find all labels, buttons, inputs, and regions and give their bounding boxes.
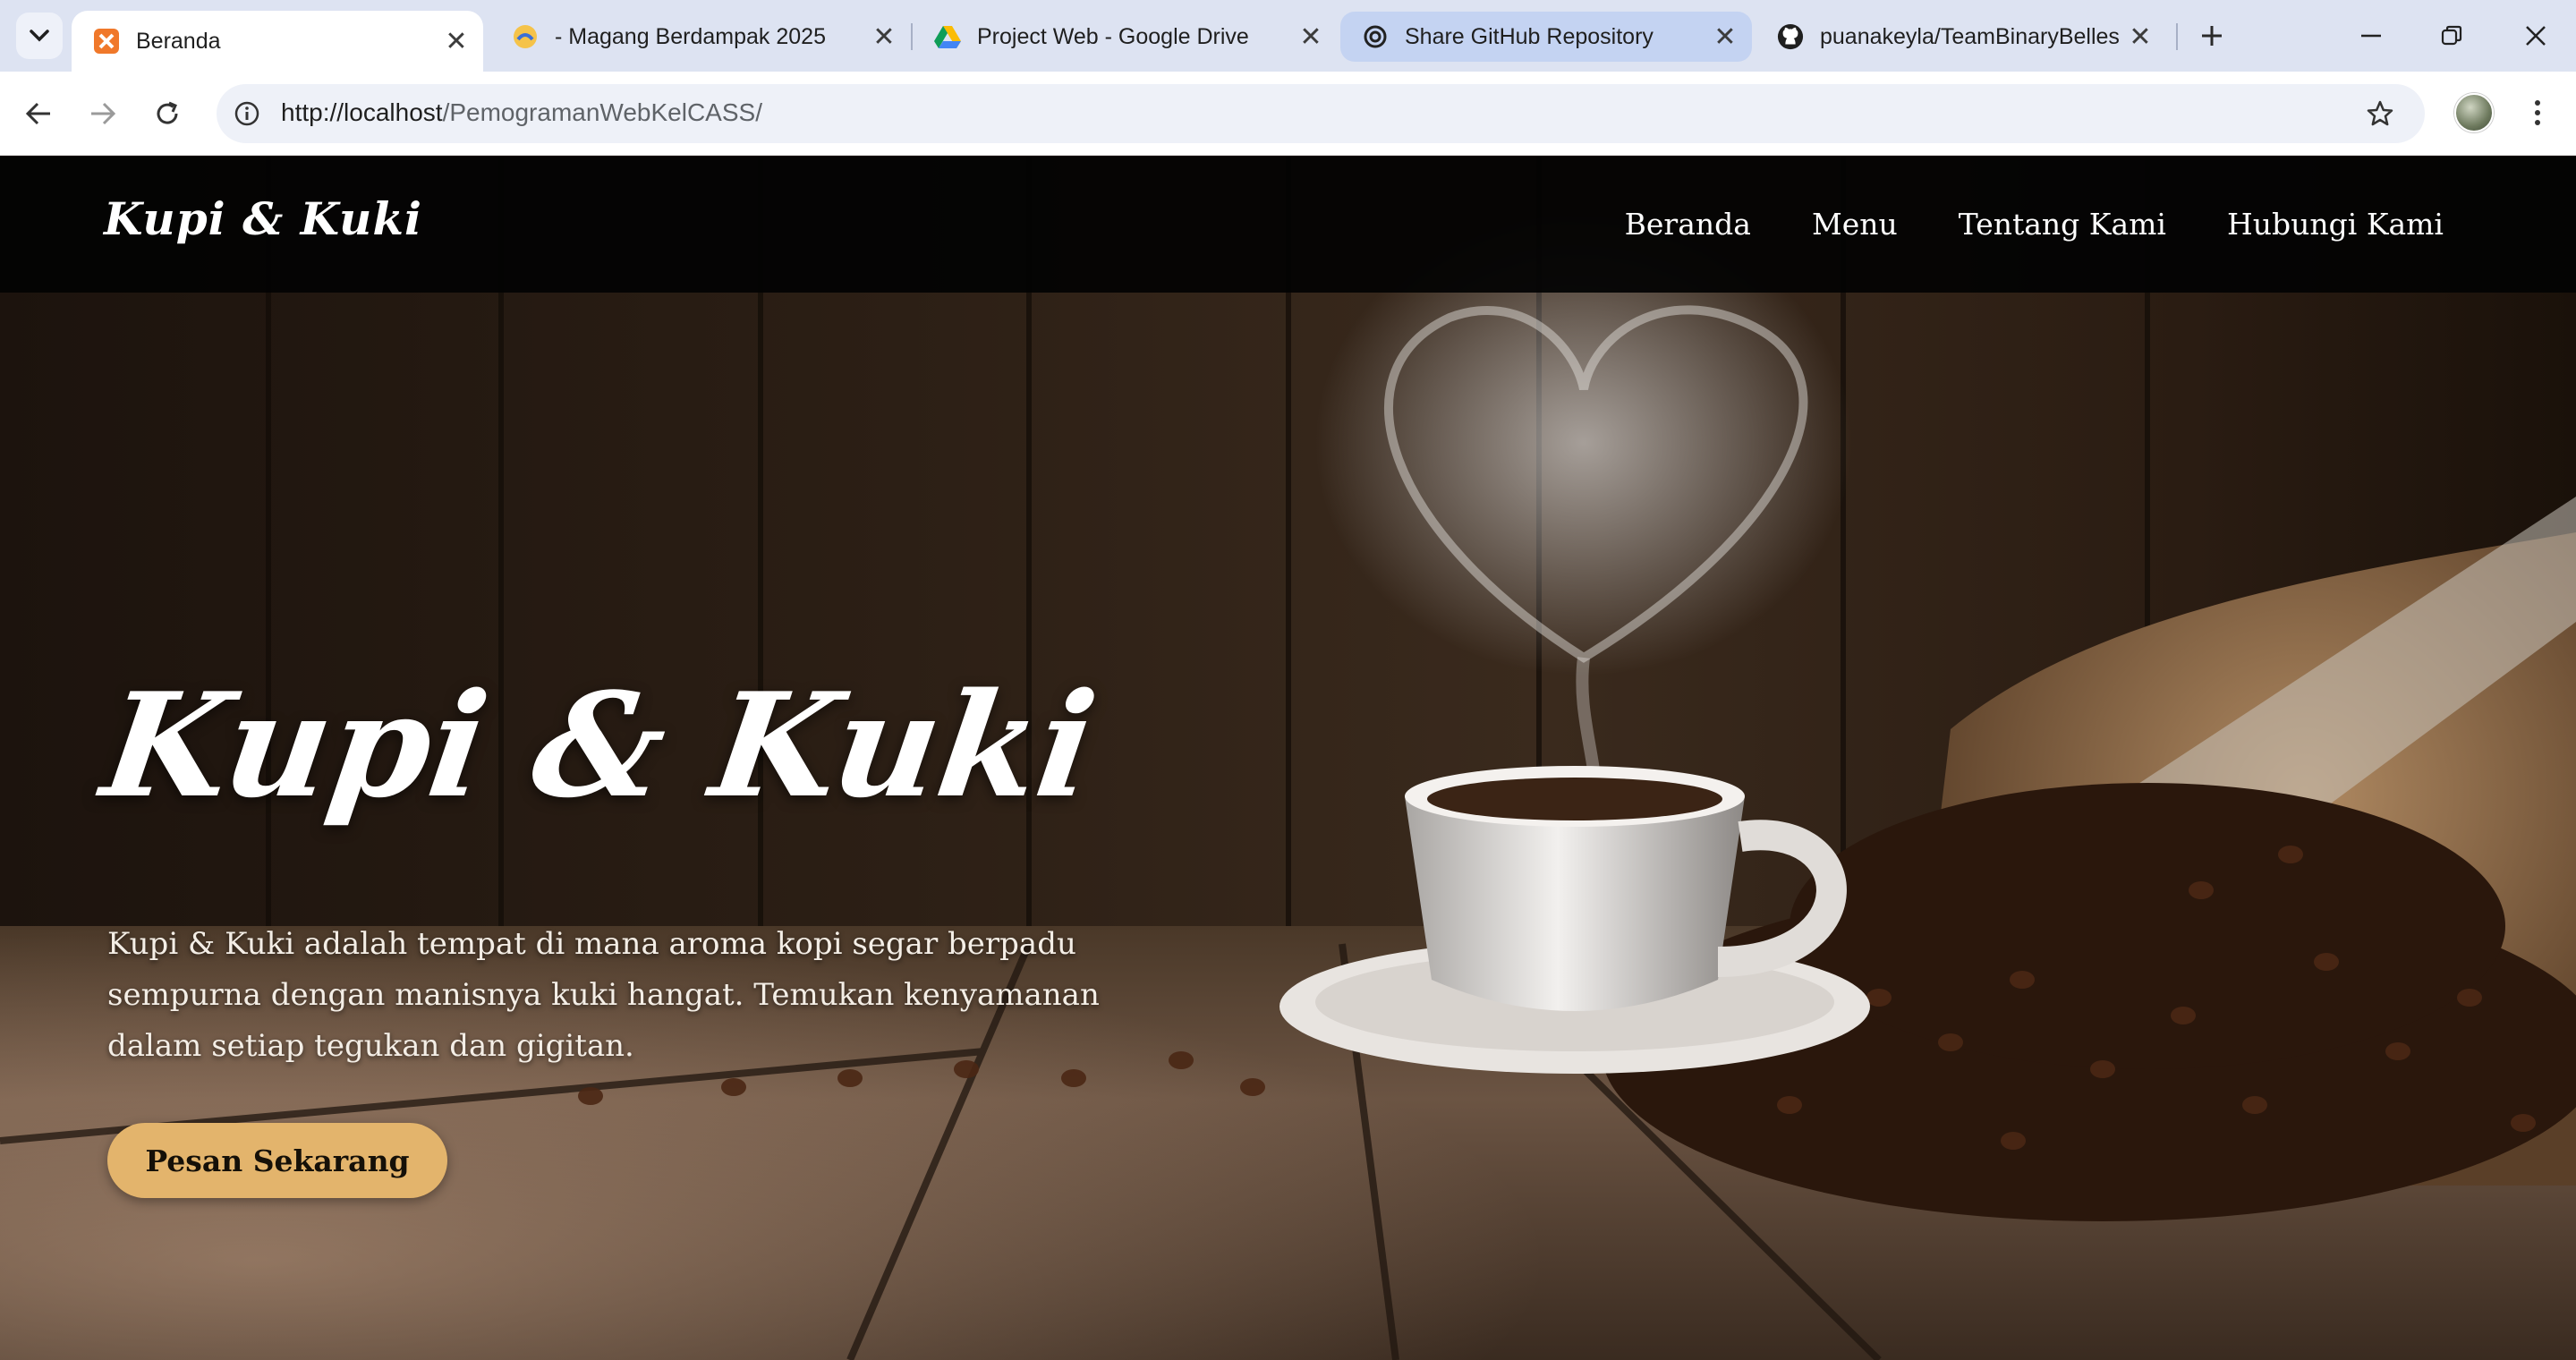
xampp-icon xyxy=(93,28,120,55)
tab-title: Beranda xyxy=(136,28,221,54)
chevron-down-icon xyxy=(30,30,49,42)
forward-button[interactable] xyxy=(81,91,125,136)
tab-github-repo[interactable]: puanakeyla/TeamBinaryBelles ✕ xyxy=(1756,11,2167,63)
tab-magang[interactable]: - Magang Berdampak 2025 ✕ xyxy=(490,11,911,63)
close-icon xyxy=(2526,26,2546,46)
reload-button[interactable] xyxy=(145,91,190,136)
reload-icon xyxy=(157,101,178,124)
close-tab-icon[interactable]: ✕ xyxy=(2122,19,2158,55)
nav-hubungi-kami[interactable]: Hubungi Kami xyxy=(2227,207,2444,242)
site-logo[interactable]: Kupi & Kuki xyxy=(104,192,422,245)
url-path: /PemogramanWebKelCASS/ xyxy=(442,98,762,126)
site-info-icon[interactable] xyxy=(229,96,265,132)
close-tab-icon[interactable]: ✕ xyxy=(1707,19,1743,55)
browser-tab-bar: Beranda ✕ - Magang Berdampak 2025 ✕ Proj… xyxy=(0,0,2576,72)
plus-icon xyxy=(2202,26,2222,46)
tab-share-github[interactable]: Share GitHub Repository ✕ xyxy=(1340,12,1752,62)
nav-tentang-kami[interactable]: Tentang Kami xyxy=(1959,207,2166,242)
site-nav: Beranda Menu Tentang Kami Hubungi Kami xyxy=(1625,207,2444,242)
tab-beranda[interactable]: Beranda ✕ xyxy=(72,11,483,72)
more-vertical-icon xyxy=(2535,100,2540,125)
github-icon xyxy=(1777,23,1804,50)
url-text[interactable]: http://localhost/PemogramanWebKelCASS/ xyxy=(281,98,762,127)
order-now-button[interactable]: Pesan Sekarang xyxy=(107,1123,447,1198)
url-host: http://localhost xyxy=(281,98,443,126)
restore-button[interactable] xyxy=(2425,13,2478,59)
tab-title: - Magang Berdampak 2025 xyxy=(555,23,826,49)
restore-icon xyxy=(2441,25,2462,46)
browser-toolbar: http://localhost/PemogramanWebKelCASS/ xyxy=(0,72,2576,156)
nav-menu[interactable]: Menu xyxy=(1812,207,1898,242)
tab-search-button[interactable] xyxy=(16,13,63,59)
nav-beranda[interactable]: Beranda xyxy=(1625,207,1751,242)
tab-title: Project Web - Google Drive xyxy=(977,23,1249,49)
tab-title: puanakeyla/TeamBinaryBelles xyxy=(1820,23,2120,49)
hero-title: Kupi & Kuki xyxy=(93,661,1106,829)
address-bar[interactable]: http://localhost/PemogramanWebKelCASS/ xyxy=(217,84,2425,143)
kampus-icon xyxy=(512,23,539,50)
profile-avatar[interactable] xyxy=(2454,93,2494,132)
minimize-icon xyxy=(2361,34,2381,38)
browser-menu-button[interactable] xyxy=(2520,93,2555,132)
tab-google-drive[interactable]: Project Web - Google Drive ✕ xyxy=(913,11,1338,63)
tab-separator xyxy=(2176,23,2178,50)
close-tab-icon[interactable]: ✕ xyxy=(438,23,474,59)
back-button[interactable] xyxy=(16,91,61,136)
arrow-left-icon xyxy=(25,102,50,125)
new-tab-button[interactable] xyxy=(2190,14,2233,57)
web-page: Kupi & Kuki Beranda Menu Tentang Kami Hu… xyxy=(0,157,2576,1360)
close-window-button[interactable] xyxy=(2509,13,2563,59)
close-tab-icon[interactable]: ✕ xyxy=(866,19,902,55)
bookmark-star-icon[interactable] xyxy=(2362,96,2398,132)
openai-icon xyxy=(1362,23,1389,50)
site-header: Kupi & Kuki Beranda Menu Tentang Kami Hu… xyxy=(0,157,2576,293)
close-tab-icon[interactable]: ✕ xyxy=(1293,19,1329,55)
arrow-right-icon xyxy=(91,102,116,125)
google-drive-icon xyxy=(934,23,961,50)
minimize-button[interactable] xyxy=(2344,13,2398,59)
tab-title: Share GitHub Repository xyxy=(1405,23,1654,49)
hero-description: Kupi & Kuki adalah tempat di mana aroma … xyxy=(107,926,1100,1064)
